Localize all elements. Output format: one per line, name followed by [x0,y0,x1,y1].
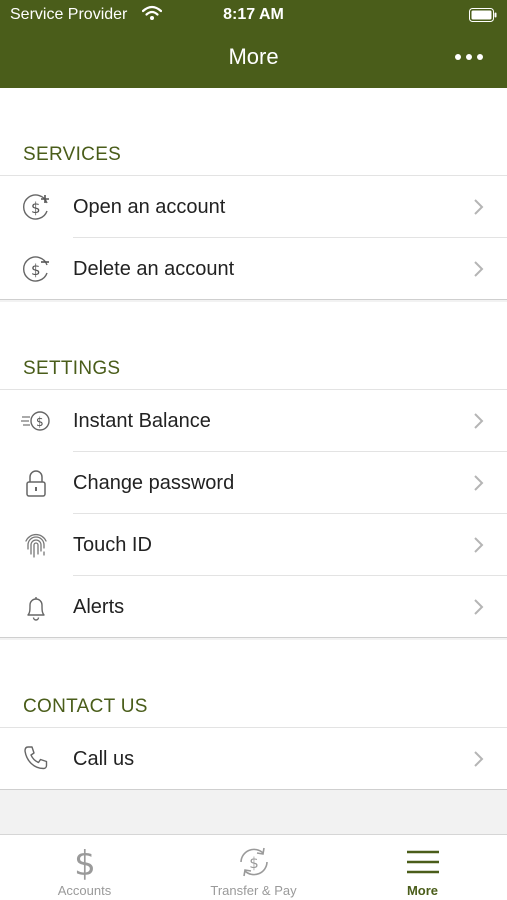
instant-balance-row[interactable]: $ Instant Balance [0,390,507,452]
chevron-right-icon [474,413,484,429]
dollar-minus-icon: $ [22,256,49,282]
row-label: Change password [73,471,235,494]
svg-text:$: $ [36,415,44,429]
tab-label: Transfer & Pay [210,883,297,898]
chevron-right-icon [474,199,484,215]
open-account-row[interactable]: $ Open an account [0,176,507,238]
services-section: SERVICES $ Open an account $ Delete an a… [0,88,507,300]
svg-text:$: $ [31,199,41,217]
row-label: Open an account [73,195,226,218]
contact-section: CONTACT US Call us [0,640,507,790]
bell-icon [27,597,45,621]
chevron-right-icon [474,475,484,491]
row-label: Call us [73,747,135,770]
tab-accounts[interactable]: $ Accounts [0,835,169,900]
row-label: Alerts [73,595,125,618]
section-header-services: SERVICES [0,88,507,176]
menu-icon [406,850,439,874]
tab-label: More [406,883,439,898]
phone-icon [24,746,48,770]
more-options-icon[interactable] [453,46,485,68]
more-content: SERVICES $ Open an account $ Delete an a… [0,88,507,834]
top-bar: Service Provider 8:17 AM More [0,0,507,88]
chevron-right-icon [474,751,484,767]
dollar-icon: $ [74,844,96,881]
settings-section: SETTINGS $ Instant Balance Change passwo… [0,302,507,638]
section-header-settings: SETTINGS [0,302,507,390]
row-label: Instant Balance [73,409,211,432]
status-bar: Service Provider 8:17 AM [0,0,507,30]
svg-text:$: $ [74,844,96,881]
tab-label: Accounts [57,883,112,898]
chevron-right-icon [474,599,484,615]
dollar-plus-icon: $ [22,194,49,220]
chevron-right-icon [474,537,484,553]
tab-more[interactable]: More [338,835,507,900]
battery-icon [469,8,497,22]
delete-account-row[interactable]: $ Delete an account [0,238,507,300]
svg-text:$: $ [249,854,259,872]
alerts-row[interactable]: Alerts [0,576,507,638]
tab-transfer-pay[interactable]: $ Transfer & Pay [169,835,338,900]
clock: 8:17 AM [223,6,284,23]
transfer-icon: $ [239,847,268,877]
touch-id-row[interactable]: Touch ID [0,514,507,576]
instant-balance-icon: $ [21,411,50,431]
tab-bar: $ Accounts $ Transfer & Pay More [0,834,507,900]
call-us-row[interactable]: Call us [0,728,507,790]
section-header-contact: CONTACT US [0,640,507,728]
row-label: Touch ID [73,533,152,556]
row-label: Delete an account [73,257,235,280]
chevron-right-icon [474,261,484,277]
fingerprint-icon [25,533,47,558]
page-title: More [228,44,279,69]
svg-text:$: $ [31,261,41,279]
change-password-row[interactable]: Change password [0,452,507,514]
lock-icon [26,470,46,497]
